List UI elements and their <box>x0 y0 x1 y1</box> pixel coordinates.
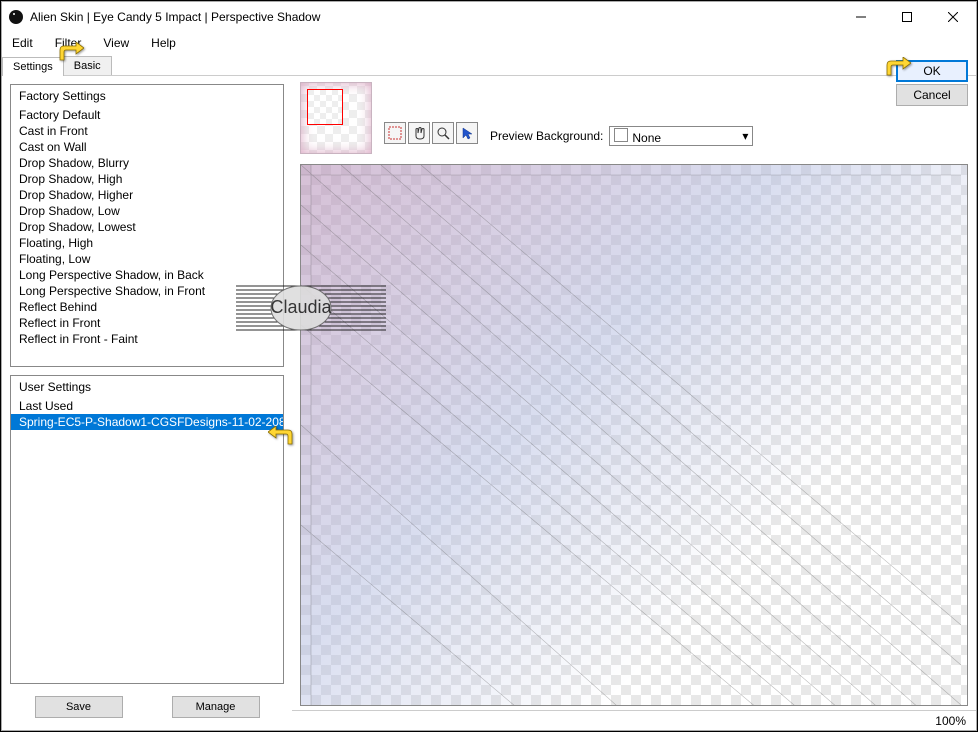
preview-background-control: Preview Background: None ▾ <box>490 126 753 146</box>
user-settings-list[interactable]: User Settings Last UsedSpring-EC5-P-Shad… <box>10 375 284 684</box>
window-title: Alien Skin | Eye Candy 5 Impact | Perspe… <box>30 10 838 24</box>
menu-help[interactable]: Help <box>147 34 180 52</box>
menubar: Edit Filter View Help <box>2 32 976 54</box>
list-item[interactable]: Long Perspective Shadow, in Back <box>11 267 283 283</box>
tab-settings[interactable]: Settings <box>2 57 64 76</box>
content-area: Factory Settings Factory DefaultCast in … <box>2 76 976 730</box>
tab-basic[interactable]: Basic <box>63 56 112 75</box>
list-item[interactable]: Last Used <box>11 398 283 414</box>
right-panel: Preview Background: None ▾ OK Cancel <box>292 76 976 730</box>
menu-view[interactable]: View <box>99 34 133 52</box>
close-button[interactable] <box>930 2 976 32</box>
preview-bg-combo[interactable]: None ▾ <box>609 126 753 146</box>
list-item[interactable]: Floating, High <box>11 235 283 251</box>
list-item[interactable]: Drop Shadow, Lowest <box>11 219 283 235</box>
manage-button[interactable]: Manage <box>172 696 260 718</box>
user-header: User Settings <box>11 376 283 398</box>
app-icon <box>8 9 24 25</box>
hand-icon[interactable] <box>408 122 430 144</box>
arrow-icon[interactable] <box>456 122 478 144</box>
list-item[interactable]: Spring-EC5-P-Shadow1-CGSFDesigns-11-02-2… <box>11 414 283 430</box>
list-item[interactable]: Drop Shadow, Low <box>11 203 283 219</box>
list-item[interactable]: Drop Shadow, High <box>11 171 283 187</box>
cancel-button[interactable]: Cancel <box>896 84 968 106</box>
list-item[interactable]: Reflect Behind <box>11 299 283 315</box>
preview-bg-value: None <box>632 131 661 145</box>
titlebar: Alien Skin | Eye Candy 5 Impact | Perspe… <box>2 2 976 32</box>
factory-header: Factory Settings <box>11 85 283 107</box>
list-item[interactable]: Factory Default <box>11 107 283 123</box>
menu-filter[interactable]: Filter <box>51 34 86 52</box>
list-item[interactable]: Reflect in Front - Faint <box>11 331 283 347</box>
menu-edit[interactable]: Edit <box>8 34 37 52</box>
list-item[interactable]: Drop Shadow, Higher <box>11 187 283 203</box>
maximize-button[interactable] <box>884 2 930 32</box>
list-item[interactable]: Floating, Low <box>11 251 283 267</box>
button-row: Save Manage <box>10 692 284 722</box>
tab-row: Settings Basic <box>2 56 976 76</box>
list-item[interactable]: Cast on Wall <box>11 139 283 155</box>
list-item[interactable]: Reflect in Front <box>11 315 283 331</box>
list-item[interactable]: Drop Shadow, Blurry <box>11 155 283 171</box>
chevron-down-icon: ▾ <box>742 129 748 143</box>
tool-icon-group <box>384 122 478 144</box>
ok-button[interactable]: OK <box>896 60 968 82</box>
save-button[interactable]: Save <box>35 696 123 718</box>
zoom-icon[interactable] <box>432 122 454 144</box>
preview-canvas[interactable] <box>300 164 968 706</box>
list-item[interactable]: Long Perspective Shadow, in Front <box>11 283 283 299</box>
list-item[interactable]: Cast in Front <box>11 123 283 139</box>
swatch-icon <box>614 128 628 142</box>
window: Alien Skin | Eye Candy 5 Impact | Perspe… <box>1 1 977 731</box>
preview-bg-label: Preview Background: <box>490 129 603 143</box>
minimize-button[interactable] <box>838 2 884 32</box>
left-panel: Factory Settings Factory DefaultCast in … <box>2 76 292 730</box>
toolbar-area: Preview Background: None ▾ OK Cancel <box>292 76 976 164</box>
factory-settings-list[interactable]: Factory Settings Factory DefaultCast in … <box>10 84 284 367</box>
preview-thumbnail[interactable] <box>300 82 372 154</box>
statusbar: 100% <box>292 710 976 730</box>
zoom-level: 100% <box>935 714 966 728</box>
selection-rect-icon[interactable] <box>384 122 406 144</box>
